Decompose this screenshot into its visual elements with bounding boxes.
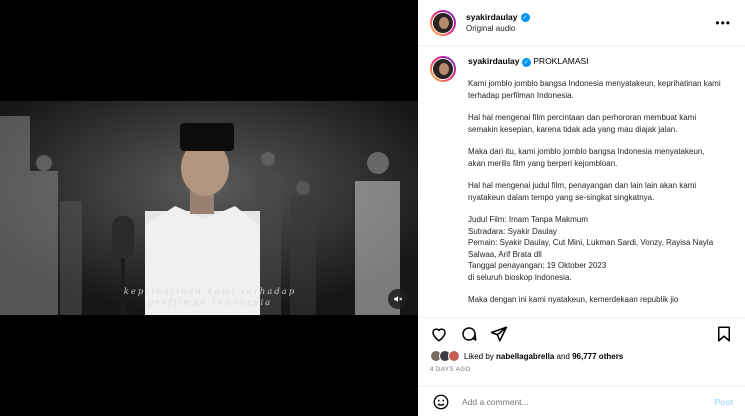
speaker-muted-icon	[394, 296, 403, 302]
emoji-button[interactable]	[430, 391, 452, 413]
caption-paragraph: Maka dari itu, kami jomblo jomblo bangsa…	[468, 147, 705, 168]
liker-avatars	[430, 350, 460, 362]
post-media: keprihatinan kami terhadap perfilman Ind…	[0, 0, 418, 416]
save-button[interactable]	[713, 323, 735, 345]
video-subtitle-line-2: perfilman Indonesia	[147, 298, 273, 308]
comment-bar: Post	[418, 386, 745, 416]
comment-input[interactable]	[462, 396, 682, 407]
share-button[interactable]	[488, 323, 510, 345]
post-video[interactable]: keprihatinan kami terhadap perfilman Ind…	[0, 101, 418, 315]
smiley-icon	[433, 394, 449, 409]
caption-film-details: Judul Film: Imam Tanpa Makmum Sutradara:…	[468, 215, 714, 282]
share-icon	[490, 326, 508, 341]
post-date[interactable]: 4 DAYS AGO	[430, 367, 471, 373]
comment-button[interactable]	[458, 323, 480, 345]
like-button[interactable]	[428, 323, 450, 345]
likes-summary: Liked by nabellagabrella and 96,777 othe…	[430, 350, 623, 362]
author-username[interactable]: syakirdaulay	[466, 12, 518, 22]
heart-icon	[432, 327, 446, 342]
comment-icon	[462, 326, 477, 341]
author-avatar[interactable]	[430, 9, 456, 36]
liker-username[interactable]: nabellagabrella	[496, 352, 554, 361]
post-detail-panel: syakirdaulay ✓ Original audio ••• syakir…	[418, 0, 745, 416]
video-subtitle-line-1: keprihatinan kami terhadap	[123, 287, 297, 297]
caption-body: syakirdaulay ✓ PROKLAMASI Kami jomblo jo…	[468, 56, 723, 306]
caption-verified-badge-icon: ✓	[521, 58, 531, 67]
bookmark-icon	[718, 326, 730, 341]
caption-paragraph: Maka dengan ini kami nyatakeun, kemerdek…	[468, 295, 679, 304]
modal-backdrop: keprihatinan kami terhadap perfilman Ind…	[0, 0, 745, 416]
likes-connector: and	[556, 351, 570, 361]
action-bar	[418, 317, 745, 349]
verified-badge-icon: ✓	[520, 12, 530, 22]
caption-paragraph: Kami jomblo jomblo bangsa Indonesia meny…	[468, 79, 721, 100]
video-frame	[0, 101, 418, 315]
audio-label[interactable]: Original audio	[466, 24, 530, 33]
more-options-icon[interactable]: •••	[715, 16, 731, 30]
caption-paragraph: Hal hal mengenai film percintaan dan per…	[468, 113, 697, 134]
caption-author-avatar[interactable]	[430, 56, 456, 82]
likes-prefix: Liked by	[464, 351, 494, 361]
mute-button[interactable]	[388, 289, 408, 309]
caption-username[interactable]: syakirdaulay	[468, 56, 520, 66]
caption-scroll-area[interactable]: syakirdaulay ✓ PROKLAMASI Kami jomblo jo…	[418, 46, 745, 316]
post-comment-button[interactable]: Post	[715, 397, 733, 407]
likes-count[interactable]: 96,777 others	[572, 352, 623, 361]
post-header: syakirdaulay ✓ Original audio •••	[418, 0, 745, 46]
caption-paragraph: Hal hal mengenai judul film, penayangan …	[468, 181, 697, 202]
caption-title: PROKLAMASI	[533, 56, 589, 66]
